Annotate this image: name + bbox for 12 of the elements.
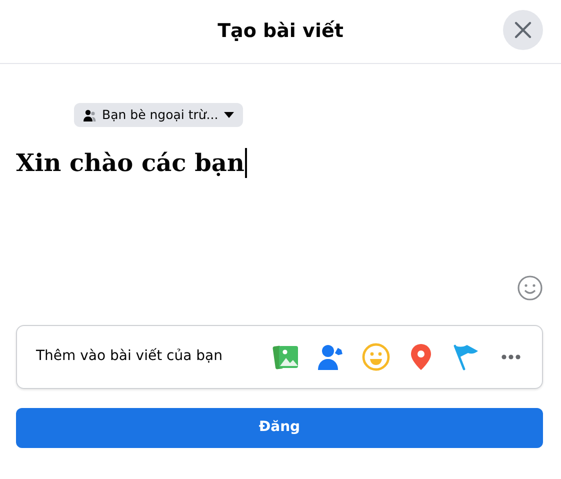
post-button[interactable]: Đăng [16,408,543,448]
smiley-icon[interactable] [361,342,391,372]
audience-dropdown[interactable]: Bạn bè ngoại trừ... [74,103,244,127]
close-icon [514,21,532,39]
emoji-icon[interactable] [517,274,543,300]
caret-icon [224,112,234,118]
close-button[interactable] [503,10,543,50]
add-to-post-label: Thêm vào bài viết của bạn [36,347,222,366]
friends-icon [83,108,96,122]
post-text: Xin chào các bạn [16,146,244,178]
dialog-title: Tạo bài viết [218,19,344,44]
text-cursor [245,148,248,178]
